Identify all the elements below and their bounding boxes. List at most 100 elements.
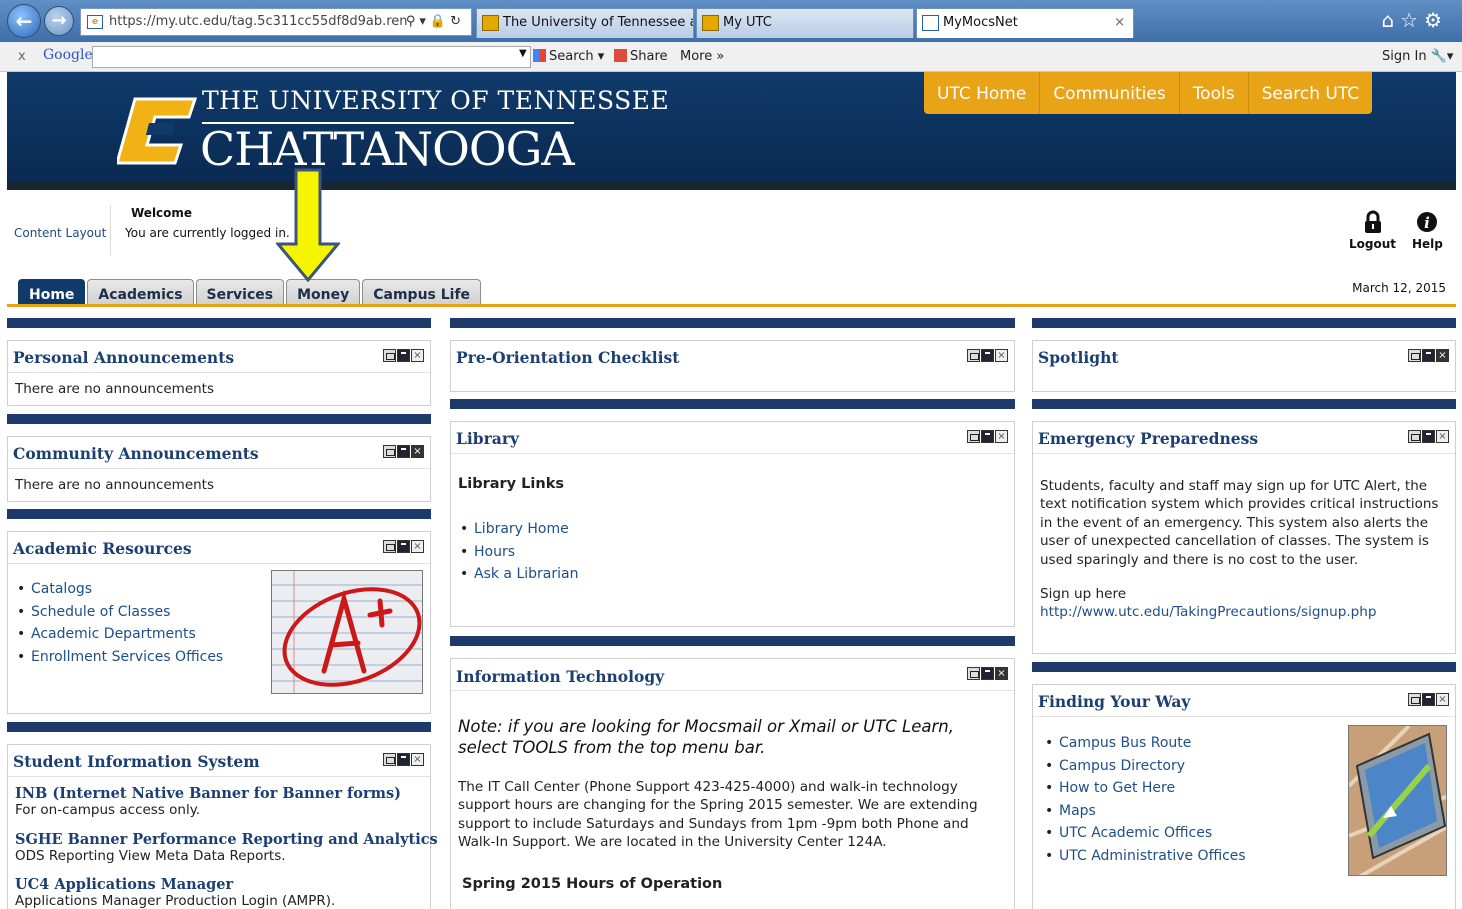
portlet-controls: × bbox=[1408, 693, 1449, 706]
back-button[interactable]: ← bbox=[7, 4, 41, 38]
portlet-divider bbox=[8, 372, 430, 373]
sis-item-description: Applications Manager Production Login (A… bbox=[15, 893, 336, 909]
link-inb[interactable]: INB (Internet Native Banner for Banner f… bbox=[15, 785, 401, 802]
minimize-icon[interactable] bbox=[397, 445, 410, 458]
content-layout-link[interactable]: Content Layout bbox=[14, 226, 106, 240]
portlet-controls: × bbox=[383, 540, 424, 553]
tab-academics[interactable]: Academics bbox=[87, 279, 194, 307]
minimize-icon[interactable] bbox=[397, 540, 410, 553]
browser-toolbar-icons[interactable]: ⌂☆⚙ bbox=[1381, 8, 1448, 32]
portlet-controls: × bbox=[383, 753, 424, 766]
portlet-divider bbox=[8, 776, 430, 777]
tab-services[interactable]: Services bbox=[195, 279, 285, 307]
link-campus-directory[interactable]: Campus Directory bbox=[1043, 755, 1246, 778]
maximize-icon[interactable] bbox=[967, 430, 980, 443]
tab-campus-life[interactable]: Campus Life bbox=[362, 279, 482, 307]
minimize-icon[interactable] bbox=[981, 430, 994, 443]
portlet-header-bar bbox=[1032, 318, 1456, 328]
close-icon[interactable]: × bbox=[411, 540, 424, 553]
portlet-header-bar bbox=[7, 414, 431, 424]
link-ask-a-librarian[interactable]: Ask a Librarian bbox=[458, 563, 578, 586]
link-maps[interactable]: Maps bbox=[1043, 800, 1246, 823]
search-dropdown-icon[interactable]: ▼ bbox=[519, 48, 527, 59]
portlet-title: Personal Announcements bbox=[13, 348, 235, 367]
link-catalogs[interactable]: Catalogs bbox=[15, 578, 223, 601]
minimize-icon[interactable] bbox=[1422, 430, 1435, 443]
it-body: The IT Call Center (Phone Support 423-42… bbox=[458, 779, 978, 851]
google-share-button[interactable]: Share bbox=[614, 49, 668, 64]
link-how-to-get-here[interactable]: How to Get Here bbox=[1043, 777, 1246, 800]
tab-money[interactable]: Money bbox=[286, 279, 361, 307]
link-sghe-banner[interactable]: SGHE Banner Performance Reporting and An… bbox=[15, 831, 438, 848]
link-library-home[interactable]: Library Home bbox=[458, 518, 578, 541]
browser-tab-utc[interactable]: The University of Tennessee at ... bbox=[476, 8, 694, 38]
close-icon[interactable]: × bbox=[995, 667, 1008, 680]
portlet-header-bar bbox=[1032, 662, 1456, 672]
link-utc-administrative-offices[interactable]: UTC Administrative Offices bbox=[1043, 845, 1246, 868]
google-search-button[interactable]: Search ▾ bbox=[533, 49, 604, 64]
google-more-button[interactable]: More » bbox=[680, 49, 724, 64]
maximize-icon[interactable] bbox=[383, 753, 396, 766]
maximize-icon[interactable] bbox=[1408, 693, 1421, 706]
google-sign-in[interactable]: Sign In 🔧▾ bbox=[1382, 49, 1453, 64]
browser-tab-myutc[interactable]: My UTC bbox=[696, 8, 914, 38]
maximize-icon[interactable] bbox=[383, 445, 396, 458]
maximize-icon[interactable] bbox=[1408, 349, 1421, 362]
toolbar-close-icon[interactable]: x bbox=[18, 49, 26, 64]
close-icon[interactable]: × bbox=[411, 753, 424, 766]
forward-button[interactable]: → bbox=[44, 6, 74, 36]
maximize-icon[interactable] bbox=[967, 667, 980, 680]
tab-close-icon[interactable]: × bbox=[1114, 9, 1125, 37]
current-date: March 12, 2015 bbox=[1352, 281, 1446, 295]
close-icon[interactable]: × bbox=[1436, 693, 1449, 706]
link-campus-bus-route[interactable]: Campus Bus Route bbox=[1043, 732, 1246, 755]
portlet-spotlight: Spotlight × bbox=[1032, 340, 1456, 392]
emergency-signup-link[interactable]: http://www.utc.edu/TakingPrecautions/sig… bbox=[1040, 603, 1377, 621]
tab-home[interactable]: Home bbox=[18, 279, 86, 307]
logout-button[interactable]: Logout bbox=[1349, 210, 1396, 251]
minimize-icon[interactable] bbox=[981, 667, 994, 680]
menu-utc-home[interactable]: UTC Home bbox=[924, 72, 1041, 114]
grade-a-plus-image bbox=[271, 570, 423, 694]
portlet-header-bar bbox=[450, 636, 1015, 646]
address-controls[interactable]: ⚲▾🔒↻ bbox=[406, 9, 465, 35]
search-icon bbox=[533, 49, 546, 62]
share-icon bbox=[614, 49, 627, 62]
address-bar[interactable]: e https://my.utc.edu/tag.5c311cc55df8d9a… bbox=[80, 8, 472, 36]
menu-tools[interactable]: Tools bbox=[1180, 72, 1249, 114]
maximize-icon[interactable] bbox=[1408, 430, 1421, 443]
link-enrollment-services[interactable]: Enrollment Services Offices bbox=[15, 646, 223, 669]
minimize-icon[interactable] bbox=[1422, 693, 1435, 706]
top-menu: UTC Home Communities Tools Search UTC bbox=[924, 72, 1373, 114]
portlet-title: Community Announcements bbox=[13, 444, 259, 463]
minimize-icon[interactable] bbox=[1422, 349, 1435, 362]
close-icon[interactable]: × bbox=[995, 430, 1008, 443]
link-utc-academic-offices[interactable]: UTC Academic Offices bbox=[1043, 822, 1246, 845]
menu-search-utc[interactable]: Search UTC bbox=[1249, 72, 1373, 114]
minimize-icon[interactable] bbox=[397, 753, 410, 766]
google-search-input[interactable] bbox=[92, 46, 531, 68]
link-schedule-of-classes[interactable]: Schedule of Classes bbox=[15, 601, 223, 624]
close-icon[interactable]: × bbox=[411, 349, 424, 362]
close-icon[interactable]: × bbox=[1436, 430, 1449, 443]
it-note: Note: if you are looking for Mocsmail or… bbox=[458, 717, 954, 757]
link-uc4-applications-manager[interactable]: UC4 Applications Manager bbox=[15, 876, 335, 893]
link-hours[interactable]: Hours bbox=[458, 541, 578, 564]
portlet-controls: × bbox=[967, 349, 1008, 362]
portlet-title: Student Information System bbox=[13, 752, 260, 771]
close-icon[interactable]: × bbox=[1436, 349, 1449, 362]
maximize-icon[interactable] bbox=[967, 349, 980, 362]
minimize-icon[interactable] bbox=[397, 349, 410, 362]
help-button[interactable]: i Help bbox=[1412, 210, 1443, 251]
lock-icon bbox=[1364, 210, 1381, 233]
close-icon[interactable]: × bbox=[995, 349, 1008, 362]
portlet-finding-your-way: Finding Your Way × Campus Bus Route Camp… bbox=[1032, 684, 1456, 909]
browser-tab-mymocsnet[interactable]: MyMocsNet × bbox=[916, 8, 1134, 38]
minimize-icon[interactable] bbox=[981, 349, 994, 362]
close-icon[interactable]: × bbox=[411, 445, 424, 458]
portal-tabs: Home Academics Services Money Campus Lif… bbox=[18, 279, 483, 307]
maximize-icon[interactable] bbox=[383, 349, 396, 362]
maximize-icon[interactable] bbox=[383, 540, 396, 553]
menu-communities[interactable]: Communities bbox=[1040, 72, 1180, 114]
link-academic-departments[interactable]: Academic Departments bbox=[15, 623, 223, 646]
